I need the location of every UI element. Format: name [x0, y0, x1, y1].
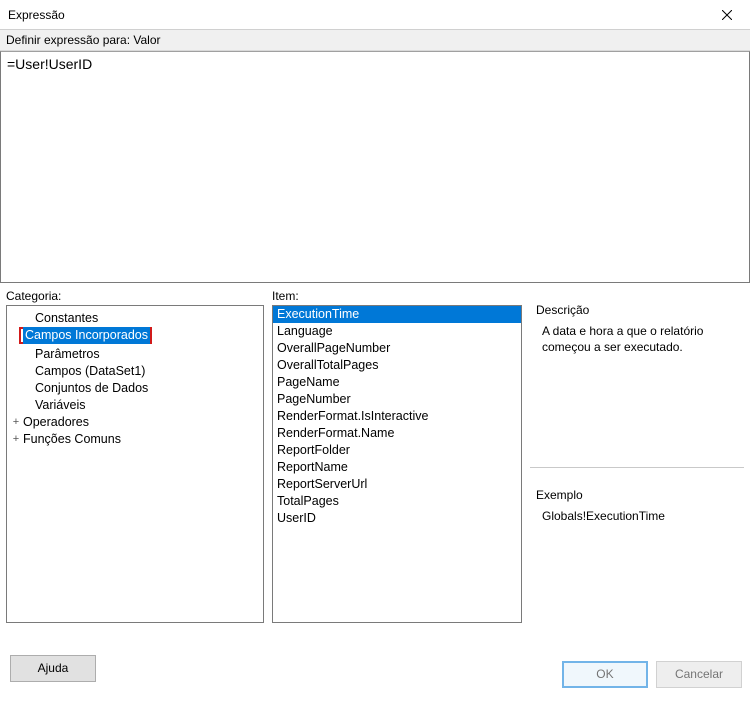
category-item[interactable]: ⋯Parâmetros — [9, 346, 261, 363]
category-item[interactable]: ⋯Variáveis — [9, 397, 261, 414]
category-item-label: Parâmetros — [35, 346, 100, 363]
help-button[interactable]: Ajuda — [10, 655, 96, 682]
expression-input[interactable] — [0, 51, 750, 283]
description-text: A data e hora a que o relatório começou … — [536, 323, 738, 355]
category-item[interactable]: ⋯Campos (DataSet1) — [9, 363, 261, 380]
list-item[interactable]: RenderFormat.Name — [273, 425, 521, 442]
category-item-label: Conjuntos de Dados — [35, 380, 148, 397]
list-item[interactable]: OverallPageNumber — [273, 340, 521, 357]
category-item[interactable]: Campos Incorporados — [9, 327, 261, 346]
category-item-label: Campos (DataSet1) — [35, 363, 145, 380]
example-title: Exemplo — [536, 488, 738, 502]
category-item-label: Operadores — [23, 414, 89, 431]
window-title: Expressão — [8, 8, 65, 22]
example-text: Globals!ExecutionTime — [536, 508, 738, 524]
category-list[interactable]: ⋯ConstantesCampos Incorporados ⋯Parâmetro… — [6, 305, 264, 623]
list-item[interactable]: ExecutionTime — [273, 306, 521, 323]
description-title: Descrição — [536, 303, 738, 317]
category-item[interactable]: ⋯Constantes — [9, 310, 261, 327]
tree-expander-icon[interactable]: + — [11, 414, 21, 431]
category-item[interactable]: +Operadores — [9, 414, 261, 431]
cancel-button[interactable]: Cancelar — [656, 661, 742, 688]
close-icon — [722, 10, 732, 20]
item-label: Item: — [272, 289, 522, 303]
tree-expander-icon[interactable]: + — [11, 431, 21, 448]
category-label: Categoria: — [6, 289, 264, 303]
divider — [530, 467, 744, 468]
category-item-label: Funções Comuns — [23, 431, 121, 448]
ok-button[interactable]: OK — [562, 661, 648, 688]
category-item[interactable]: +Funções Comuns — [9, 431, 261, 448]
list-item[interactable]: TotalPages — [273, 493, 521, 510]
list-item[interactable]: OverallTotalPages — [273, 357, 521, 374]
close-button[interactable] — [704, 0, 750, 30]
list-item[interactable]: RenderFormat.IsInteractive — [273, 408, 521, 425]
category-item-label: Constantes — [35, 310, 98, 327]
list-item[interactable]: PageNumber — [273, 391, 521, 408]
list-item[interactable]: ReportServerUrl — [273, 476, 521, 493]
list-item[interactable]: UserID — [273, 510, 521, 527]
list-item[interactable]: Language — [273, 323, 521, 340]
category-item[interactable]: ⋯Conjuntos de Dados — [9, 380, 261, 397]
list-item[interactable]: ReportFolder — [273, 442, 521, 459]
expression-for-label: Definir expressão para: Valor — [0, 30, 750, 51]
category-item-label: Variáveis — [35, 397, 85, 414]
list-item[interactable]: ReportName — [273, 459, 521, 476]
category-item-label: Campos Incorporados — [23, 327, 150, 344]
list-item[interactable]: PageName — [273, 374, 521, 391]
item-list[interactable]: ExecutionTimeLanguageOverallPageNumberOv… — [272, 305, 522, 623]
